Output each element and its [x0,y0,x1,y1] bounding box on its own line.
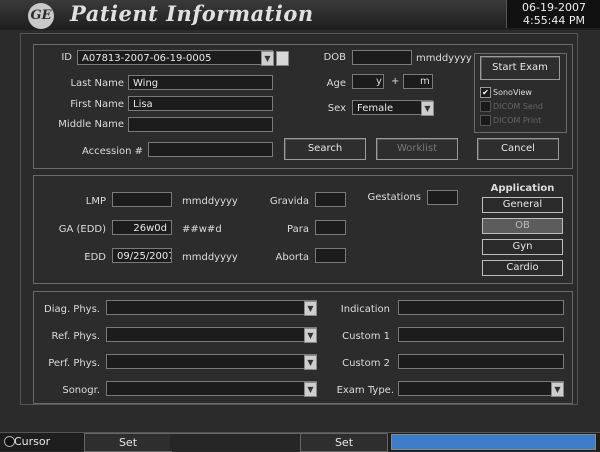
ga-label: GA (EDD) [58,224,106,235]
ref-phys-label: Ref. Phys. [51,331,100,342]
accession-label: Accession # [81,146,143,157]
lmp-field[interactable] [112,192,172,207]
sex-label: Sex [327,103,346,114]
app-button-general[interactable]: General [482,197,563,213]
gravida-field[interactable] [315,192,346,207]
sonographer-select[interactable] [106,381,317,396]
sonographer-dropdown-arrow[interactable]: ▼ [304,382,317,397]
middle-name-field[interactable] [128,117,273,132]
middle-name-label: Middle Name [58,119,124,130]
sex-dropdown-arrow[interactable]: ▼ [421,101,434,116]
age-years-unit: y [376,76,382,87]
dob-format-hint: mmddyyyy [416,53,472,64]
page-title: Patient Information [70,1,314,26]
patient-id-field[interactable]: A07813-2007-06-19-0005 [77,50,273,65]
first-name-field[interactable]: Lisa [128,96,273,111]
age-months-unit: m [420,76,430,87]
application-title: Application [490,183,555,194]
accession-field[interactable] [148,142,273,157]
aborta-field[interactable] [315,248,346,263]
exam-type-label: Exam Type. [336,385,394,396]
perf-phys-dropdown-arrow[interactable]: ▼ [304,355,317,370]
edd-field[interactable]: 09/25/2007 [112,248,172,263]
ref-phys-dropdown-arrow[interactable]: ▼ [304,328,317,343]
dicom-send-label: DICOM Send [493,102,543,111]
aborta-label: Aborta [275,252,309,263]
para-label: Para [287,224,309,235]
gravida-label: Gravida [269,196,309,207]
ga-field[interactable]: 26w0d [112,220,172,235]
sonographer-label: Sonogr. [62,385,100,396]
indication-label: Indication [340,304,390,315]
custom1-field[interactable] [398,327,564,342]
gestations-label: Gestations [367,192,421,203]
softkey-divider [170,433,300,451]
set-softkey-2[interactable]: Set [300,433,388,452]
custom2-field[interactable] [398,354,564,369]
perf-phys-label: Perf. Phys. [48,358,100,369]
custom2-label: Custom 2 [342,358,390,369]
sonoview-label: SonoView [493,88,532,97]
perf-phys-select[interactable] [106,354,317,369]
search-button[interactable]: Search [284,138,366,160]
last-name-label: Last Name [70,78,124,89]
dob-label: DOB [323,52,346,63]
first-name-label: First Name [70,99,124,110]
dicom-print-label: DICOM Print [493,116,542,125]
custom1-label: Custom 1 [342,331,390,342]
edd-format-hint: mmddyyyy [182,252,238,263]
set-softkey-1[interactable]: Set [84,433,172,452]
exam-type-dropdown-arrow[interactable]: ▼ [551,382,564,397]
id-dropdown-arrow[interactable]: ▼ [261,51,274,66]
date-display: 06-19-2007 [522,1,586,14]
patient-id-card-icon[interactable] [276,51,289,66]
gestations-field[interactable] [427,190,458,205]
para-field[interactable] [315,220,346,235]
dicom-print-checkbox[interactable] [480,115,491,126]
datetime-box: 06-19-2007 4:55:44 PM [506,0,600,28]
age-label: Age [326,78,346,89]
diag-phys-label: Diag. Phys. [44,304,100,315]
id-label: ID [61,52,72,63]
lmp-label: LMP [85,196,106,207]
dicom-send-checkbox[interactable] [480,101,491,112]
diag-phys-select[interactable] [106,300,317,315]
ga-format-hint: ##w#d [182,224,222,235]
sonoview-checkbox[interactable]: ✔ [480,87,491,98]
start-exam-button[interactable]: Start Exam [480,56,560,80]
lmp-format-hint: mmddyyyy [182,196,238,207]
app-button-gyn[interactable]: Gyn [482,239,563,255]
dob-field[interactable] [352,50,412,65]
cursor-label: Cursor [14,435,51,448]
cancel-button[interactable]: Cancel [477,138,559,160]
app-button-cardio[interactable]: Cardio [482,260,563,276]
age-plus: + [391,76,400,87]
diag-phys-dropdown-arrow[interactable]: ▼ [304,301,317,316]
exam-type-select[interactable] [398,381,564,396]
last-name-field[interactable]: Wing [128,75,273,90]
ge-logo: GE [28,3,54,29]
edd-label: EDD [84,252,106,263]
time-display: 4:55:44 PM [522,14,586,27]
app-button-ob[interactable]: OB [482,218,563,234]
indication-field[interactable] [398,300,564,315]
ref-phys-select[interactable] [106,327,317,342]
worklist-button[interactable]: Worklist [376,138,458,160]
progress-bar [391,434,596,450]
